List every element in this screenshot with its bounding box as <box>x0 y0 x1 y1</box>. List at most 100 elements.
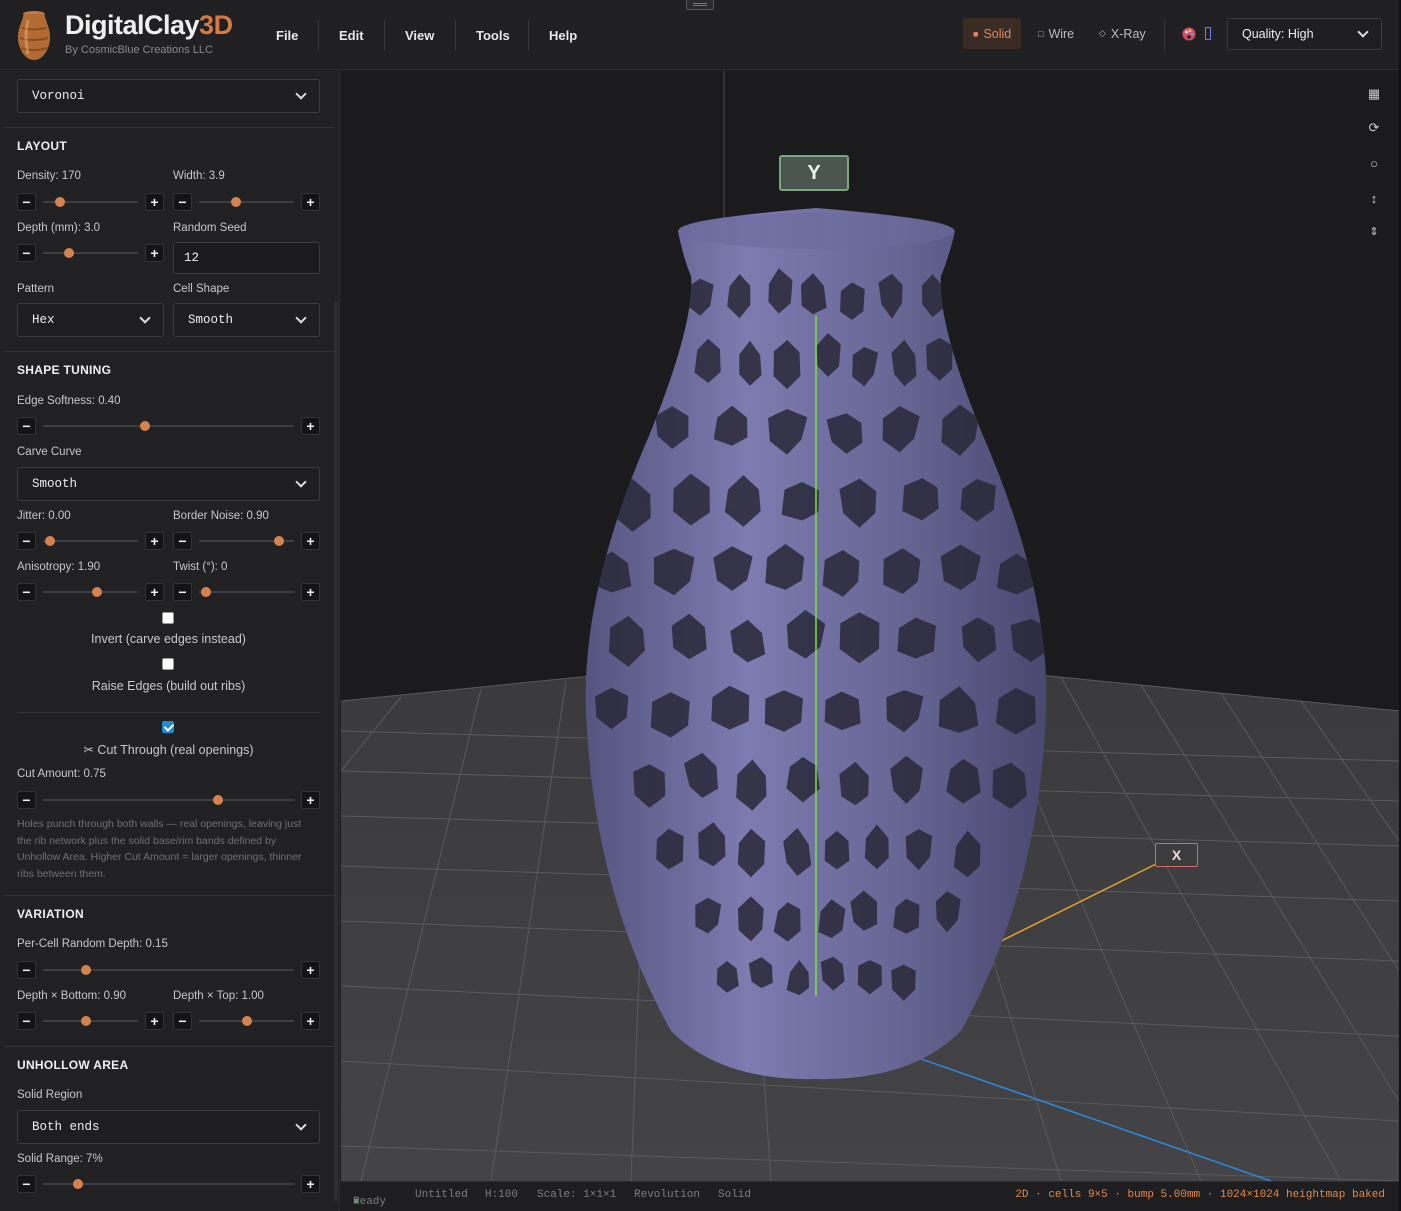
twist-slider[interactable]: − + <box>173 583 320 601</box>
slider-thumb[interactable] <box>64 248 75 258</box>
decrement-button[interactable]: − <box>173 193 192 211</box>
decrement-button[interactable]: − <box>17 791 36 809</box>
menu-help[interactable]: Help <box>549 0 577 70</box>
decrement-button[interactable]: − <box>17 583 36 601</box>
reset-rotation-icon[interactable]: ⟳ <box>1367 120 1381 135</box>
view-solid-button[interactable]: ■ Solid <box>963 18 1022 49</box>
increment-button[interactable]: + <box>301 791 320 809</box>
slider-track[interactable] <box>43 425 294 427</box>
decrement-button[interactable]: − <box>17 532 36 550</box>
solid-range-slider[interactable]: − + <box>17 1175 320 1193</box>
slider-track[interactable] <box>199 201 294 203</box>
slider-track[interactable] <box>43 591 138 593</box>
slider-thumb[interactable] <box>201 587 211 597</box>
per-cell-depth-slider[interactable]: − + <box>17 961 320 979</box>
slider-track[interactable] <box>43 540 138 542</box>
color-swatch-icon[interactable] <box>1205 27 1211 40</box>
slider-thumb[interactable] <box>213 795 224 805</box>
slider-thumb[interactable] <box>80 965 91 975</box>
sidebar-scrollbar[interactable] <box>334 301 338 1201</box>
edge-softness-slider[interactable]: − + <box>17 417 320 435</box>
solid-region-select[interactable]: Both ends <box>17 1110 320 1144</box>
anisotropy-slider[interactable]: − + <box>17 583 164 601</box>
cut-amount-slider[interactable]: − + <box>17 791 320 809</box>
decrement-button[interactable]: − <box>173 532 192 550</box>
density-slider[interactable]: − + <box>17 193 164 211</box>
increment-button[interactable]: + <box>301 961 320 979</box>
cut-through-checkbox[interactable] <box>162 721 174 733</box>
slider-thumb[interactable] <box>273 536 284 546</box>
cell-shape-select[interactable]: Smooth <box>173 303 320 337</box>
increment-button[interactable]: + <box>301 193 320 211</box>
slider-track[interactable] <box>43 252 138 254</box>
slider-track[interactable] <box>43 799 294 801</box>
depth-bottom-slider[interactable]: − + <box>17 1012 164 1030</box>
divider <box>4 1046 334 1047</box>
decrement-button[interactable]: − <box>17 961 36 979</box>
status-mode: Revolution <box>634 1189 701 1201</box>
slider-thumb[interactable] <box>241 1016 252 1026</box>
increment-button[interactable]: + <box>301 532 320 550</box>
depth-top-label: Depth × Top: 1.00 <box>173 990 264 1002</box>
status-height: H:100 <box>485 1189 519 1201</box>
menu-view[interactable]: View <box>405 0 434 70</box>
random-seed-input[interactable]: 12 <box>173 242 320 274</box>
increment-button[interactable]: + <box>301 417 320 435</box>
decrement-button[interactable]: − <box>17 193 36 211</box>
slider-thumb[interactable] <box>139 421 150 431</box>
palette-icon[interactable] <box>1181 26 1197 42</box>
width-label: Width: 3.9 <box>173 170 225 182</box>
decrement-button[interactable]: − <box>17 1175 36 1193</box>
view-wire-button[interactable]: □ Wire <box>1028 18 1084 49</box>
chevron-down-icon <box>295 476 307 488</box>
increment-button[interactable]: + <box>145 532 164 550</box>
slider-thumb[interactable] <box>230 197 241 207</box>
increment-button[interactable]: + <box>145 244 164 262</box>
slider-thumb[interactable] <box>91 587 102 597</box>
increment-button[interactable]: + <box>145 193 164 211</box>
increment-button[interactable]: + <box>145 1012 164 1030</box>
pattern-type-select[interactable]: Voronoi <box>17 79 320 113</box>
slider-thumb[interactable] <box>54 197 65 207</box>
voronoi-vase-model[interactable] <box>585 208 1054 1080</box>
menu-edit[interactable]: Edit <box>339 0 364 70</box>
increment-button[interactable]: + <box>301 1012 320 1030</box>
decrement-button[interactable]: − <box>17 417 36 435</box>
slider-thumb[interactable] <box>73 1179 84 1189</box>
jitter-slider[interactable]: − + <box>17 532 164 550</box>
depth-slider[interactable]: − + <box>17 244 164 262</box>
grid-icon[interactable]: ▦ <box>1367 86 1381 101</box>
carve-curve-select[interactable]: Smooth <box>17 467 320 501</box>
window-drag-handle[interactable] <box>686 0 714 10</box>
decrement-button[interactable]: − <box>17 244 36 262</box>
menu-file[interactable]: File <box>276 0 298 70</box>
menu-tools[interactable]: Tools <box>476 0 510 70</box>
scene-canvas[interactable] <box>341 71 1399 1181</box>
decrement-button[interactable]: − <box>17 1012 36 1030</box>
raise-edges-checkbox[interactable] <box>162 658 174 670</box>
status-summary: 2D · cells 9×5 · bump 5.00mm · 1024×1024… <box>1015 1189 1385 1201</box>
width-slider[interactable]: − + <box>173 193 320 211</box>
decrement-button[interactable]: − <box>173 583 192 601</box>
invert-checkbox[interactable] <box>162 612 174 624</box>
pattern-label: Pattern <box>17 283 55 295</box>
header-bar: DigitalClay3D By CosmicBlue Creations LL… <box>0 0 1401 70</box>
view-xray-button[interactable]: ◇ X-Ray <box>1089 18 1156 49</box>
align-center-icon[interactable]: ⇕ <box>1367 224 1381 238</box>
border-noise-slider[interactable]: − + <box>173 532 320 550</box>
pattern-select[interactable]: Hex <box>17 303 164 337</box>
3d-viewport[interactable]: Y X ▦ ⟳ ○ ↕ ⇕ <box>341 71 1399 1181</box>
depth-top-slider[interactable]: − + <box>173 1012 320 1030</box>
increment-button[interactable]: + <box>301 583 320 601</box>
vertical-arrows-icon[interactable]: ↕ <box>1367 191 1381 206</box>
sphere-icon[interactable]: ○ <box>1367 156 1381 171</box>
slider-thumb[interactable] <box>45 536 55 546</box>
quality-select[interactable]: Quality: High <box>1227 18 1382 50</box>
settings-sidebar[interactable]: Voronoi LAYOUT Density: 170 Width: 3.9 −… <box>0 71 340 1211</box>
slider-track[interactable] <box>199 591 294 593</box>
app-subtitle: By CosmicBlue Creations LLC <box>65 44 213 56</box>
decrement-button[interactable]: − <box>173 1012 192 1030</box>
increment-button[interactable]: + <box>145 583 164 601</box>
increment-button[interactable]: + <box>301 1175 320 1193</box>
slider-thumb[interactable] <box>81 1016 92 1026</box>
